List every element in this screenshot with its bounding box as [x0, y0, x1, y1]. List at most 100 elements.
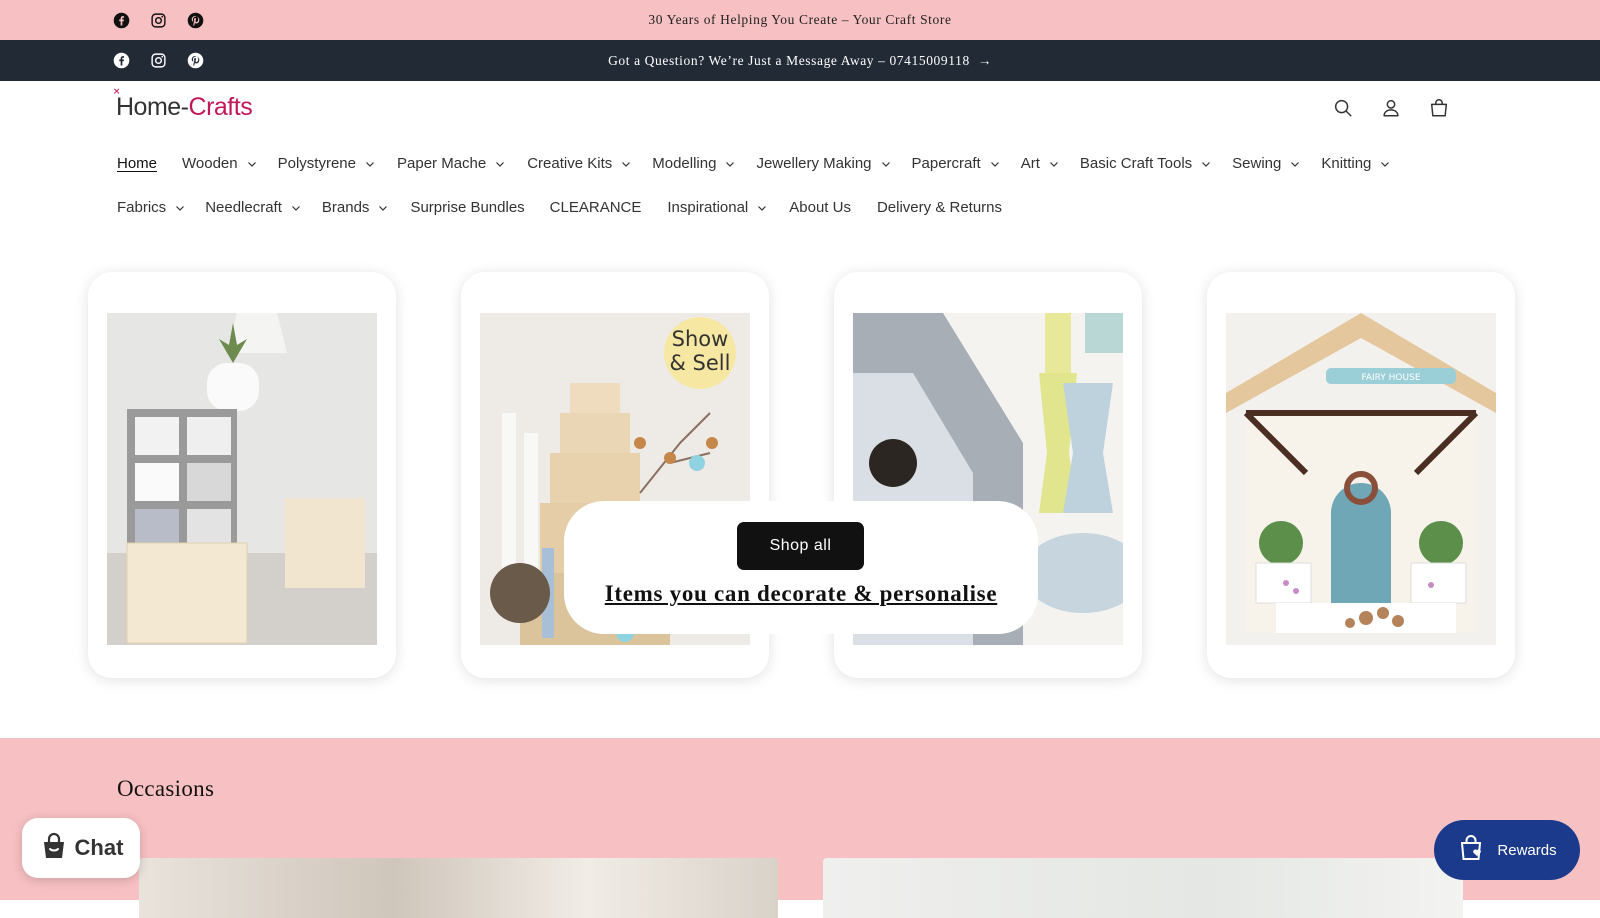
- chevron-down-icon: [725, 159, 735, 169]
- nav-item-about-us[interactable]: About Us: [789, 199, 851, 216]
- rewards-button[interactable]: Rewards: [1434, 820, 1580, 880]
- arrow-right-icon: →: [977, 52, 992, 68]
- occasion-card-image[interactable]: [139, 858, 778, 918]
- nav-label: Art: [1020, 155, 1040, 172]
- cart-icon[interactable]: [1428, 97, 1450, 119]
- pinterest-icon[interactable]: [187, 12, 204, 29]
- social-links: [113, 12, 204, 29]
- chevron-down-icon: [1380, 159, 1390, 169]
- nav-label: Sewing: [1232, 155, 1282, 172]
- nav-item-polystyrene[interactable]: Polystyrene: [278, 155, 375, 172]
- nav-label: Knitting: [1321, 155, 1372, 172]
- nav-label: Brands: [321, 199, 370, 216]
- chat-button[interactable]: Chat: [22, 818, 140, 878]
- collection-card[interactable]: FAIRY HOUSE: [1207, 272, 1515, 678]
- chevron-down-icon: [378, 203, 388, 213]
- nav-item-inspirational[interactable]: Inspirational: [667, 199, 767, 216]
- chevron-down-icon: [1290, 159, 1300, 169]
- nav-item-basic-craft-tools[interactable]: Basic Craft Tools: [1080, 155, 1211, 172]
- nav-item-home[interactable]: Home: [117, 155, 157, 172]
- nav-label: Surprise Bundles: [410, 199, 525, 216]
- nav-item-knitting[interactable]: Knitting: [1321, 155, 1390, 172]
- nav-label: Home: [117, 155, 158, 172]
- nav-label: Wooden: [182, 155, 238, 172]
- fairy-house-image: FAIRY HOUSE: [1226, 313, 1496, 645]
- chevron-down-icon: [757, 203, 767, 213]
- hero-overlay: Shop all Items you can decorate & person…: [564, 501, 1038, 634]
- site-header: ˟ Home-Crafts Home Wooden Polystyrene Pap…: [0, 81, 1600, 241]
- chevron-down-icon: [1049, 159, 1059, 169]
- nav-item-brands[interactable]: Brands: [322, 199, 389, 216]
- contact-bar[interactable]: Got a Question? We’re Just a Message Awa…: [0, 40, 1600, 81]
- nav-label: Basic Craft Tools: [1079, 155, 1193, 172]
- nav-label: Polystyrene: [277, 155, 356, 172]
- chevron-down-icon: [175, 203, 185, 213]
- chevron-down-icon: [881, 159, 891, 169]
- announcement-text: 30 Years of Helping You Create – Your Cr…: [648, 12, 952, 27]
- nav-label: Fabrics: [117, 199, 167, 216]
- announcement-bar: 30 Years of Helping You Create – Your Cr…: [0, 0, 1600, 40]
- nav-item-art[interactable]: Art: [1021, 155, 1059, 172]
- nav-label: Jewellery Making: [756, 155, 872, 172]
- main-nav-row-1: Home Wooden Polystyrene Paper Mache Crea…: [117, 155, 1390, 172]
- facebook-icon[interactable]: [113, 12, 130, 29]
- logo[interactable]: ˟ Home-Crafts: [114, 87, 253, 122]
- pinterest-icon[interactable]: [187, 52, 204, 69]
- nav-item-needlecraft[interactable]: Needlecraft: [205, 199, 301, 216]
- chevron-down-icon: [495, 159, 505, 169]
- collection-card[interactable]: [88, 272, 396, 678]
- nav-item-sewing[interactable]: Sewing: [1232, 155, 1300, 172]
- nav-item-jewellery-making[interactable]: Jewellery Making: [756, 155, 890, 172]
- chevron-down-icon: [990, 159, 1000, 169]
- hero-title-link[interactable]: Items you can decorate & personalise: [564, 581, 1038, 607]
- shop-all-button[interactable]: Shop all: [737, 522, 864, 570]
- nav-label: About Us: [789, 199, 851, 216]
- instagram-icon[interactable]: [150, 12, 167, 29]
- section-title: Occasions: [117, 776, 215, 801]
- chevron-down-icon: [1201, 159, 1211, 169]
- contact-message[interactable]: Got a Question? We’re Just a Message Awa…: [608, 53, 970, 68]
- bag-heart-icon: [1457, 833, 1487, 867]
- nav-item-papercraft[interactable]: Papercraft: [912, 155, 1000, 172]
- nav-item-delivery-returns[interactable]: Delivery & Returns: [877, 199, 1002, 216]
- nav-label: Needlecraft: [205, 199, 282, 216]
- rewards-label: Rewards: [1497, 841, 1557, 859]
- nav-item-wooden[interactable]: Wooden: [182, 155, 257, 172]
- nav-item-creative-kits[interactable]: Creative Kits: [527, 155, 631, 172]
- occasions-section: Occasions: [0, 738, 1600, 918]
- shopping-bag-chat-icon: [39, 831, 69, 866]
- instagram-icon[interactable]: [150, 52, 167, 69]
- logo-crafts-text: Crafts: [188, 93, 253, 121]
- nav-label: Papercraft: [911, 155, 981, 172]
- occasion-card-image[interactable]: [823, 858, 1463, 918]
- chat-label: Chat: [74, 835, 124, 860]
- logo-home-text: Home-: [116, 93, 189, 121]
- needle-icon: ˟: [114, 87, 119, 104]
- nav-label: Delivery & Returns: [876, 199, 1003, 216]
- svg-text:Show: Show: [672, 327, 729, 351]
- main-nav-row-2: Fabrics Needlecraft Brands Surprise Bund…: [117, 199, 1002, 216]
- search-icon[interactable]: [1332, 97, 1354, 119]
- nav-label: CLEARANCE: [549, 199, 642, 216]
- nav-item-fabrics[interactable]: Fabrics: [117, 199, 185, 216]
- svg-text:& Sell: & Sell: [670, 351, 731, 375]
- nav-item-surprise-bundles[interactable]: Surprise Bundles: [410, 199, 524, 216]
- facebook-icon[interactable]: [113, 52, 130, 69]
- nav-label: Creative Kits: [527, 155, 613, 172]
- chevron-down-icon: [247, 159, 257, 169]
- social-links-dark: [113, 52, 204, 69]
- nav-label: Inspirational: [667, 199, 749, 216]
- chevron-down-icon: [365, 159, 375, 169]
- nav-item-clearance[interactable]: CLEARANCE: [550, 199, 642, 216]
- drawers-image: [107, 313, 377, 645]
- nav-item-modelling[interactable]: Modelling: [652, 155, 735, 172]
- nav-label: Paper Mache: [397, 155, 487, 172]
- contact-text[interactable]: Got a Question? We’re Just a Message Awa…: [0, 53, 1600, 69]
- nav-item-paper-mache[interactable]: Paper Mache: [397, 155, 505, 172]
- svg-text:FAIRY HOUSE: FAIRY HOUSE: [1361, 373, 1420, 383]
- header-icons: [1332, 97, 1450, 119]
- account-icon[interactable]: [1380, 97, 1402, 119]
- chevron-down-icon: [291, 203, 301, 213]
- nav-label: Modelling: [652, 155, 717, 172]
- chevron-down-icon: [621, 159, 631, 169]
